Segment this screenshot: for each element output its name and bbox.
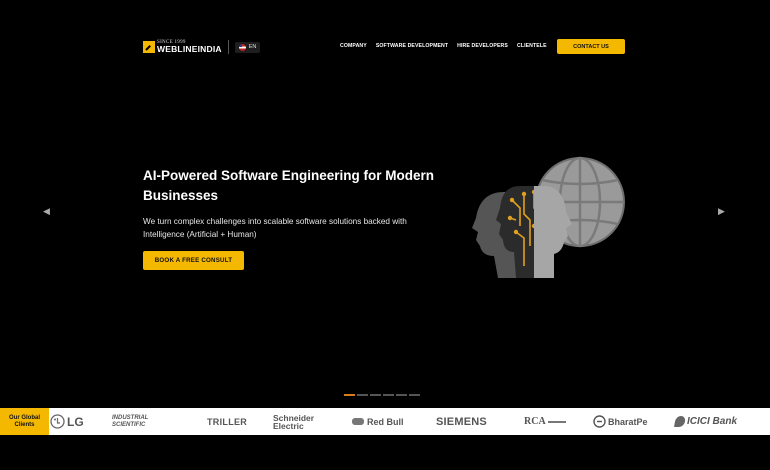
nav-hire-developers[interactable]: HIRE DEVELOPERS — [457, 43, 508, 49]
client-logo-bharatpe: BharatPe — [593, 408, 648, 435]
lg-face-icon — [50, 414, 65, 429]
redbull-bull-icon — [352, 418, 364, 425]
contact-us-button[interactable]: CONTACT US — [557, 39, 625, 54]
nav-company[interactable]: COMPANY — [340, 43, 367, 49]
bharatpe-icon — [593, 415, 606, 428]
site-header: SINCE 1999 WEBLINEINDIA EN COMPANY SOFTW… — [143, 38, 625, 56]
client-logo-schneider: Schneider Electric — [273, 412, 315, 431]
hero-title: AI-Powered Software Engineering for Mode… — [143, 168, 435, 203]
logo-divider — [227, 40, 229, 54]
us-flag-icon — [238, 43, 246, 51]
language-selector[interactable]: EN — [234, 41, 261, 53]
logo-arrow-icon — [143, 41, 155, 53]
main-nav: COMPANY SOFTWARE DEVELOPMENT HIRE DEVELO… — [340, 43, 556, 49]
client-logo-rca: RCA — [524, 408, 566, 435]
nav-clientele[interactable]: CLIENTELE — [517, 43, 547, 49]
logo-name: WEBLINEINDIA — [157, 44, 222, 55]
carousel-dot-3[interactable] — [370, 394, 381, 396]
client-logo-icici: ICICI Bank — [674, 408, 737, 435]
carousel-dot-2[interactable] — [357, 394, 368, 396]
carousel-dot-4[interactable] — [383, 394, 394, 396]
clients-label: Our Global Clients — [0, 408, 49, 435]
carousel-next-icon[interactable]: ▶ — [718, 206, 725, 217]
client-logo-redbull: Red Bull — [352, 408, 404, 435]
hero-description: We turn complex challenges into scalable… — [143, 217, 407, 239]
client-logo-lg: LG — [50, 408, 84, 435]
logo[interactable]: SINCE 1999 WEBLINEINDIA EN — [143, 40, 261, 55]
ai-human-illustration — [472, 156, 625, 278]
carousel-dot-6[interactable] — [409, 394, 420, 396]
book-consult-button[interactable]: BOOK A FREE CONSULT — [143, 251, 244, 270]
icici-icon — [674, 416, 686, 427]
client-logo-industrial-scientific: INDUSTRIAL SCIENTIFIC — [112, 414, 149, 428]
carousel-dot-5[interactable] — [396, 394, 407, 396]
language-label: EN — [248, 44, 257, 50]
carousel-prev-icon[interactable]: ◀ — [43, 206, 50, 217]
client-logo-triller: TRILLER — [207, 416, 248, 427]
carousel-dot-1[interactable] — [344, 394, 355, 396]
client-logo-siemens: SIEMENS — [436, 415, 487, 428]
nav-software-development[interactable]: SOFTWARE DEVELOPMENT — [376, 43, 448, 49]
carousel-indicators — [344, 394, 422, 396]
